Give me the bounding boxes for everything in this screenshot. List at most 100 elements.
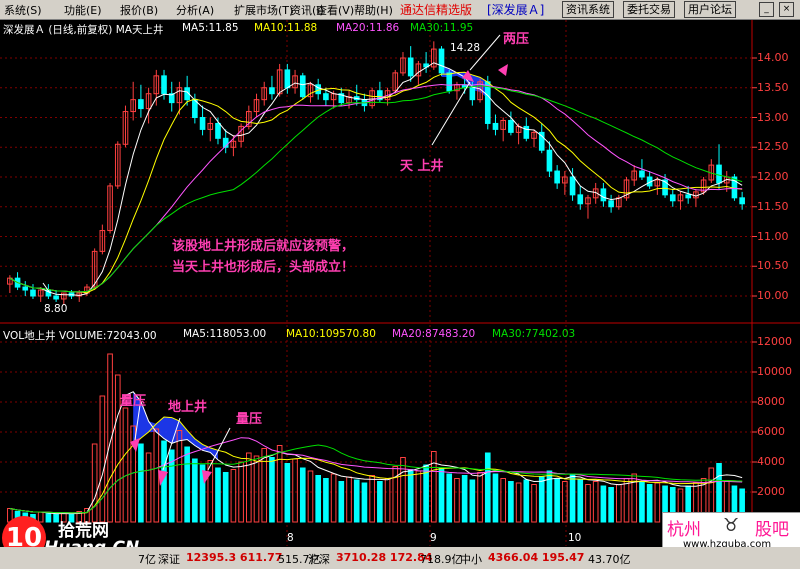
annotation-liangya-volume-2: 量压 [236,412,263,427]
volume-bar [369,475,375,523]
volume-bar [608,487,614,523]
date-label-10: 10 [568,532,582,544]
status-hushen-amount: 718.9亿 [420,553,463,566]
volume-bar [523,479,530,523]
volume-bar [515,482,522,523]
price-tick-label: 13.50 [757,80,789,94]
volume-bar [315,475,321,523]
candle-body [600,188,607,202]
date-label-9: 9 [430,532,437,544]
candlesticks [7,41,745,305]
candle-body [716,164,722,184]
volume-bar [508,481,514,523]
annotation-tianshangjing: 天 上井 [400,159,444,174]
price-ma30-label: MA30:11.95 [410,22,474,34]
price-tick-label: 10.50 [757,259,789,273]
annotation-warning-line1: 该股地上井形成后就应该预警， [172,239,355,254]
volume-tick-label: 12000 [757,335,792,348]
volume-bar [176,430,183,523]
status-first-partial: 7亿 [138,553,156,566]
volume-bar [184,446,190,523]
volume-bar [299,467,306,523]
status-zhongxiao-label: 中小 [460,553,482,566]
volume-tick-label: 6000 [757,425,785,438]
candle-body [577,194,584,205]
volume-bar [577,479,584,523]
volume-bar [438,467,445,523]
volume-bar [215,467,221,523]
candle-body [138,99,144,110]
volume-bar [484,452,491,523]
price-tick-label: 11.00 [757,229,789,243]
volume-tick-label: 8000 [757,395,785,408]
volume-bar [145,452,152,523]
volume-bar [646,484,653,523]
candle-body [484,81,491,124]
volume-tick-label: 10000 [757,365,792,378]
annotation-warning-line2: 当天上井也形成后，头部成立！ [172,260,355,275]
price-ma30-line [9,85,743,293]
price-tick-label: 13.00 [757,110,789,124]
volume-bar [323,478,329,523]
price-ma5-label: MA5:11.85 [182,22,239,34]
candle-body [739,197,745,205]
candle-body [523,125,530,139]
volume-bar [531,484,537,523]
volume-bar [569,473,576,523]
volume-bar [377,481,383,523]
price-ma10-label: MA10:11.88 [254,22,318,34]
kline-chart[interactable] [0,0,800,569]
candle-body [284,69,291,89]
volume-bar [99,395,106,523]
volume-bar [400,457,406,523]
volume-bar [276,445,283,523]
volume-bar [477,472,483,523]
low-price-label: 8.80 [44,303,68,315]
candle-body [446,72,453,92]
watermark-right-name: 股吧 [755,520,789,540]
candle-body [569,176,576,196]
candle-body [407,57,414,77]
price-tick-label: 10.00 [757,289,789,302]
volume-bar [461,475,468,523]
volume-bar [330,473,337,523]
status-hushen-label: 沪深 [308,553,330,566]
volume-bar [122,407,129,523]
candle-body [215,122,221,139]
volume-bar [639,481,645,523]
volume-bar [230,469,237,523]
status-zhongxiao-values: 4366.04 195.47 [488,551,585,564]
candle-body [608,200,614,208]
annotation-dishangjing: 地上井 [168,400,208,415]
volume-bar [346,476,352,523]
volume-bar [500,478,506,523]
volume-ma5-label: MA5:118053.00 [183,328,267,340]
volume-bar [585,484,591,523]
volume-bar [446,473,453,523]
annotation-liangya-volume-1: 量压 [120,394,147,409]
volume-bar [384,478,391,523]
candle-body [161,75,167,95]
volume-tick-label: 4000 [757,455,785,468]
annotation-liangya-price: 两压 [503,32,530,47]
candle-body [438,48,445,74]
status-shenzheng-values: 12395.3 611.77 [186,551,283,564]
candle-body [53,295,59,300]
candle-body [492,122,499,130]
volume-bar [338,481,345,523]
candle-body [30,289,36,297]
volume-bar [415,470,422,523]
candle-body [323,93,329,101]
volume-ma30-label: MA30:77402.03 [492,328,576,340]
status-bar: 7亿 深证 12395.3 611.77 515.7亿 沪深 3710.28 1… [0,547,800,569]
volume-bar [292,458,298,523]
status-zhongxiao-amount: 43.70亿 [588,553,631,566]
annotation-arrowheads [130,64,508,486]
volume-ma10-label: MA10:109570.80 [286,328,376,340]
volume-bar [407,469,414,523]
bull-icon: ♉ [723,515,740,536]
volume-bar [361,482,368,523]
volume-grid [0,341,757,493]
status-hushen-values: 3710.28 172.84 [336,551,433,564]
volume-ma20-label: MA20:87483.20 [392,328,476,340]
